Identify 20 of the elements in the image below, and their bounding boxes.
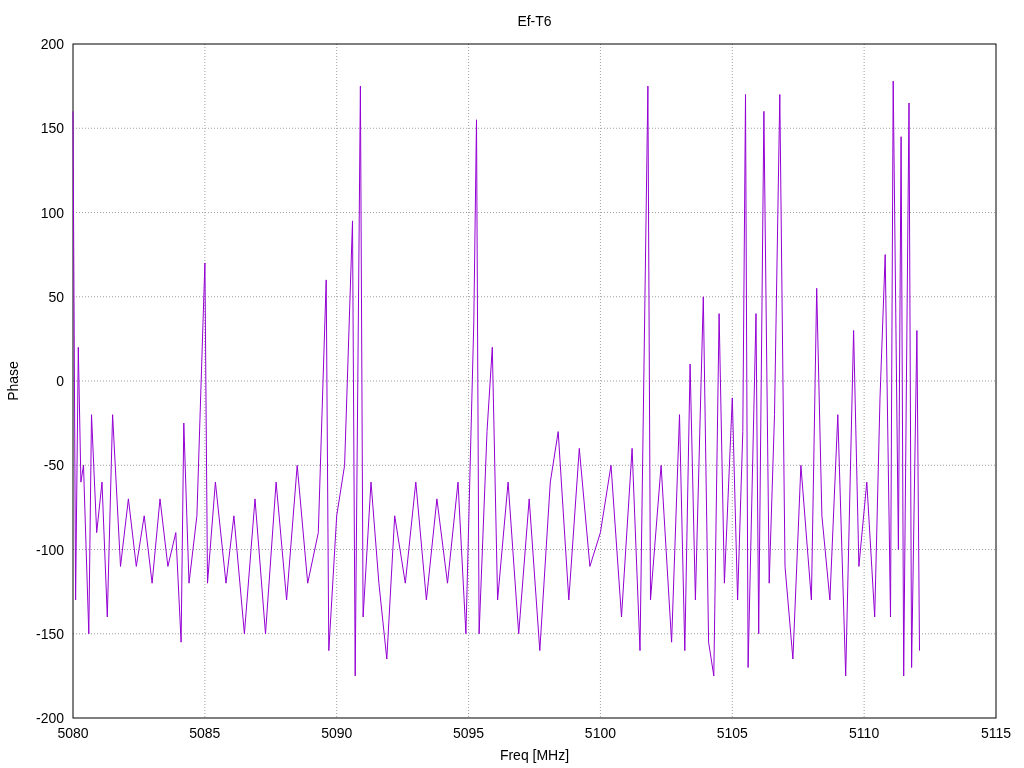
x-tick-label: 5110 [849, 725, 880, 741]
y-tick-label: 200 [40, 36, 64, 52]
chart-title: Ef-T6 [517, 13, 552, 29]
x-tick-label: 5105 [716, 725, 748, 741]
y-tick-label: -150 [35, 625, 64, 642]
x-tick-label: 5100 [584, 725, 616, 741]
x-tick-label: 5115 [980, 725, 1012, 741]
x-axis-label: Freq [MHz] [499, 747, 570, 763]
x-tick-label: 5095 [453, 725, 485, 741]
y-tick-label: 0 [56, 373, 64, 389]
y-tick-label: -50 [43, 457, 64, 474]
y-tick-label: -100 [35, 541, 64, 558]
x-tick-label: 5080 [57, 725, 89, 741]
y-tick-label: 150 [40, 120, 64, 137]
x-tick-label: 5090 [321, 725, 353, 741]
y-axis-label: Phase [5, 361, 21, 401]
x-tick-label: 5085 [189, 725, 221, 741]
y-tick-label: -200 [35, 710, 64, 726]
y-tick-label: 100 [40, 204, 64, 221]
y-tick-label: 50 [48, 288, 64, 305]
